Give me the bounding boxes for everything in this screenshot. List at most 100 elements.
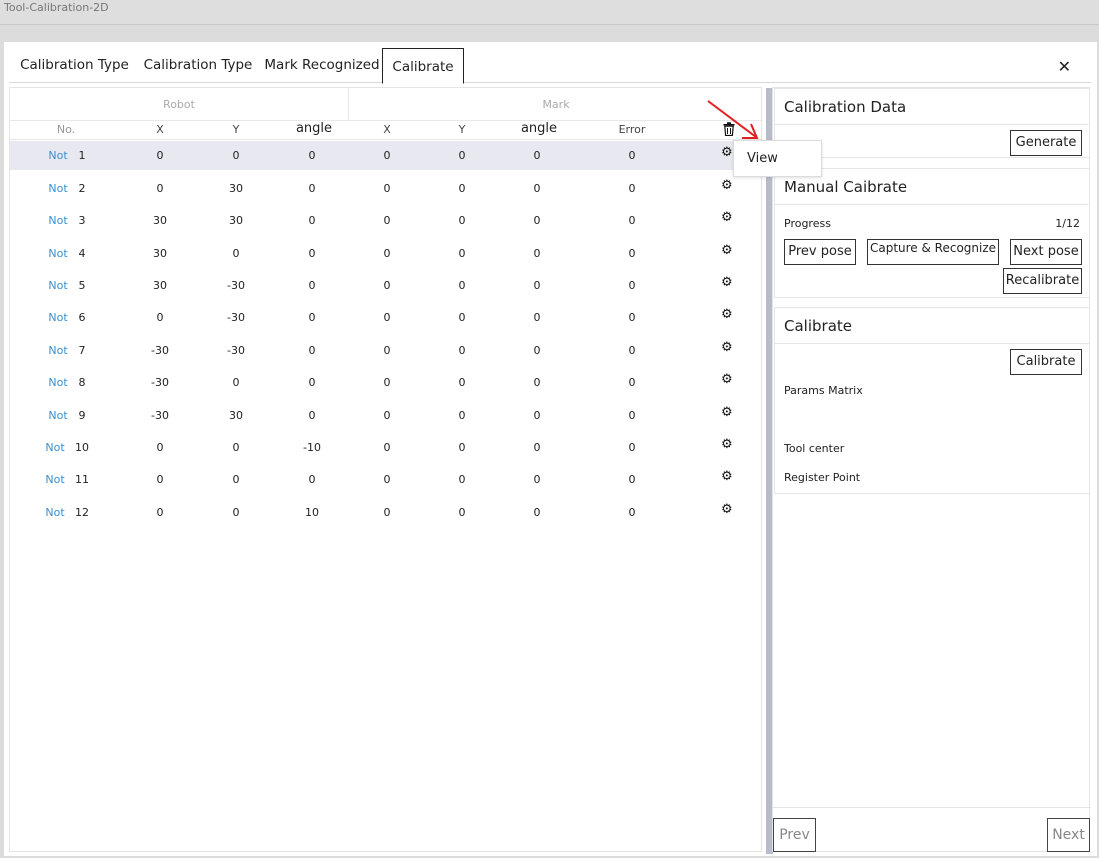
prev-button[interactable]: Prev xyxy=(773,818,816,852)
cell-robot-angle: 0 xyxy=(308,473,316,486)
cell-mark-x: 0 xyxy=(383,376,391,389)
window-titlebar: Tool-Calibration-2D xyxy=(0,0,1099,25)
table-row[interactable]: Not 6 0 -30 0 0 0 0 0 ⚙ xyxy=(10,303,763,332)
table-row[interactable]: Not 4 30 0 0 0 0 0 0 ⚙ xyxy=(10,239,763,268)
row-context-menu: View xyxy=(733,140,822,177)
cell-mark-y: 0 xyxy=(458,149,466,162)
cell-error: 0 xyxy=(628,149,636,162)
manual-calibrate-title: Manual Caibrate xyxy=(775,169,1089,205)
table-row[interactable]: Not 5 30 -30 0 0 0 0 0 ⚙ xyxy=(10,271,763,300)
mark-group-header: Mark xyxy=(349,88,763,121)
cell-robot-y: 30 xyxy=(229,214,243,227)
tab-calibration-type-1[interactable]: Calibration Type xyxy=(13,51,136,80)
row-number: 4 xyxy=(78,247,86,260)
cell-mark-x: 0 xyxy=(383,311,391,324)
cell-mark-x: 0 xyxy=(383,473,391,486)
cell-mark-angle: 0 xyxy=(533,247,541,260)
gear-icon[interactable]: ⚙ xyxy=(721,145,733,160)
cell-mark-x: 0 xyxy=(383,247,391,260)
cell-robot-y: 0 xyxy=(232,506,240,519)
tool-center-label: Tool center xyxy=(784,442,845,455)
calibrate-button[interactable]: Calibrate xyxy=(1010,349,1082,375)
row-number: 11 xyxy=(75,473,89,486)
tab-calibrate[interactable]: Calibrate xyxy=(382,48,464,84)
row-status: Not xyxy=(48,376,68,389)
gear-icon[interactable]: ⚙ xyxy=(721,243,733,258)
row-status: Not xyxy=(48,311,68,324)
tab-calibration-type-2[interactable]: Calibration Type xyxy=(138,51,258,80)
cell-error: 0 xyxy=(628,247,636,260)
row-status: Not xyxy=(48,149,68,162)
gear-icon[interactable]: ⚙ xyxy=(721,405,733,420)
tab-mark-recognized[interactable]: Mark Recognized xyxy=(261,51,383,80)
header-robot-x: X xyxy=(156,123,164,136)
table-row[interactable]: Not 8 -30 0 0 0 0 0 0 ⚙ xyxy=(10,368,763,397)
table-row[interactable]: Not 10 0 0 -10 0 0 0 0 ⚙ xyxy=(10,433,763,462)
header-mark-x: X xyxy=(383,123,391,136)
cell-mark-x: 0 xyxy=(383,149,391,162)
table-row[interactable]: Not 12 0 0 10 0 0 0 0 ⚙ xyxy=(10,498,763,527)
capture-recognize-button[interactable]: Capture & Recognize xyxy=(867,239,999,265)
cell-robot-y: 30 xyxy=(229,182,243,195)
cell-robot-x: 30 xyxy=(153,214,167,227)
cell-robot-angle: -10 xyxy=(303,441,321,454)
cell-robot-x: 0 xyxy=(156,149,164,162)
cell-mark-angle: 0 xyxy=(533,311,541,324)
gear-icon[interactable]: ⚙ xyxy=(721,437,733,452)
cell-mark-x: 0 xyxy=(383,344,391,357)
table-row[interactable]: Not 2 0 30 0 0 0 0 0 ⚙ xyxy=(10,174,763,203)
calibrate-panel: Calibrate Calibrate Params Matrix Tool c… xyxy=(774,307,1090,494)
gear-icon[interactable]: ⚙ xyxy=(721,340,733,355)
gear-icon[interactable]: ⚙ xyxy=(721,372,733,387)
row-number: 5 xyxy=(78,279,86,292)
prev-pose-button[interactable]: Prev pose xyxy=(784,239,856,265)
manual-calibrate-panel: Manual Caibrate Progress 1/12 Prev pose … xyxy=(774,168,1090,298)
recalibrate-button[interactable]: Recalibrate xyxy=(1003,268,1082,294)
next-pose-button[interactable]: Next pose xyxy=(1010,239,1082,265)
cell-mark-angle: 0 xyxy=(533,214,541,227)
cell-robot-angle: 0 xyxy=(308,409,316,422)
cell-robot-angle: 10 xyxy=(305,506,319,519)
tab-bar: Calibration Type Calibration Type Mark R… xyxy=(9,47,1091,84)
cell-error: 0 xyxy=(628,409,636,422)
table-row[interactable]: Not 7 -30 -30 0 0 0 0 0 ⚙ xyxy=(10,336,763,365)
cell-error: 0 xyxy=(628,376,636,389)
row-status: Not xyxy=(48,214,68,227)
gear-icon[interactable]: ⚙ xyxy=(721,178,733,193)
cell-error: 0 xyxy=(628,279,636,292)
row-number: 1 xyxy=(78,149,86,162)
cell-robot-angle: 0 xyxy=(308,344,316,357)
gear-icon[interactable]: ⚙ xyxy=(721,307,733,322)
table-column-headers: No. X Y angle X Y angle Error xyxy=(10,121,763,140)
cell-error: 0 xyxy=(628,214,636,227)
row-status: Not xyxy=(48,409,68,422)
table-row[interactable]: Not 1 0 0 0 0 0 0 0 ⚙ xyxy=(10,141,763,170)
header-mark-angle: angle xyxy=(520,121,558,136)
table-row[interactable]: Not 3 30 30 0 0 0 0 0 ⚙ xyxy=(10,206,763,235)
view-menu-item[interactable]: View xyxy=(747,151,778,166)
progress-label: Progress xyxy=(784,217,831,230)
table-row[interactable]: Not 11 0 0 0 0 0 0 0 ⚙ xyxy=(10,465,763,494)
table-row[interactable]: Not 9 -30 30 0 0 0 0 0 ⚙ xyxy=(10,401,763,430)
calibration-table: Robot Mark No. X Y angle X Y angle Error… xyxy=(9,87,763,852)
cell-mark-y: 0 xyxy=(458,344,466,357)
cell-error: 0 xyxy=(628,311,636,324)
generate-button[interactable]: Generate xyxy=(1010,130,1082,156)
next-button[interactable]: Next xyxy=(1047,818,1090,852)
row-status: Not xyxy=(45,506,65,519)
row-number: 9 xyxy=(78,409,86,422)
gear-icon[interactable]: ⚙ xyxy=(721,502,733,517)
header-robot-angle: angle xyxy=(295,121,333,136)
cell-robot-y: 0 xyxy=(232,247,240,260)
cell-robot-y: 0 xyxy=(232,149,240,162)
cell-robot-y: 0 xyxy=(232,441,240,454)
gear-icon[interactable]: ⚙ xyxy=(721,469,733,484)
calibrate-title: Calibrate xyxy=(775,308,1089,344)
cell-robot-x: 30 xyxy=(153,247,167,260)
close-icon[interactable]: ✕ xyxy=(1058,57,1071,76)
gear-icon[interactable]: ⚙ xyxy=(721,210,733,225)
cell-robot-x: 0 xyxy=(156,441,164,454)
cell-error: 0 xyxy=(628,182,636,195)
cell-robot-angle: 0 xyxy=(308,149,316,162)
gear-icon[interactable]: ⚙ xyxy=(721,275,733,290)
